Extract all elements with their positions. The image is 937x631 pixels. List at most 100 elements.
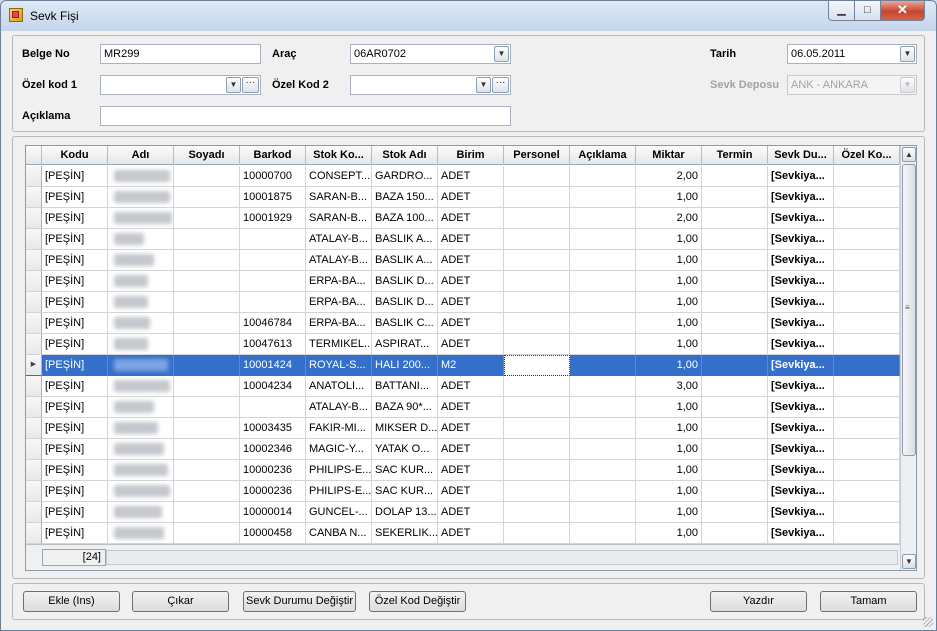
cell-miktar[interactable]: 1,00 [636, 271, 702, 292]
cell-kodu[interactable]: [PEŞİN] [42, 481, 108, 502]
cell-termin[interactable] [702, 166, 768, 187]
cell-soyadi[interactable] [174, 187, 240, 208]
cell-miktar[interactable]: 1,00 [636, 313, 702, 334]
cell-personel[interactable] [504, 271, 570, 292]
cell-stok-adi[interactable]: BATTANI... [372, 376, 438, 397]
cell-adi[interactable] [108, 229, 174, 250]
cell-aciklama[interactable] [570, 481, 636, 502]
cell-stok-kodu[interactable]: TERMIKEL... [306, 334, 372, 355]
cell-sevk-durumu[interactable]: [Sevkiya... [768, 208, 834, 229]
cell-ozel-kod[interactable] [834, 250, 900, 271]
cell-stok-kodu[interactable]: ATALAY-B... [306, 250, 372, 271]
yazdir-button[interactable]: Yazdır [710, 591, 807, 612]
cell-personel[interactable] [504, 229, 570, 250]
cell-personel[interactable] [504, 418, 570, 439]
cell-stok-adi[interactable]: BASLIK D... [372, 271, 438, 292]
cell-sevk-durumu[interactable]: [Sevkiya... [768, 439, 834, 460]
row-indicator[interactable] [26, 271, 42, 292]
cell-barkod[interactable] [240, 292, 306, 313]
cell-stok-adi[interactable]: ASPIRAT... [372, 334, 438, 355]
cell-miktar[interactable]: 1,00 [636, 523, 702, 544]
cell-sevk-durumu[interactable]: [Sevkiya... [768, 271, 834, 292]
cell-soyadi[interactable] [174, 439, 240, 460]
table-row[interactable]: [PEŞİN] 10003435 FAKIR-MI... MIKSER D... ADE… [26, 418, 900, 439]
cell-barkod[interactable]: 10000458 [240, 523, 306, 544]
sevk-grid[interactable]: Kodu Adı Soyadı Barkod Stok Ko... Stok Adı Bir… [25, 145, 917, 571]
cell-aciklama[interactable] [570, 334, 636, 355]
row-indicator[interactable] [26, 229, 42, 250]
column-header-birim[interactable]: Birim [438, 146, 504, 165]
cell-birim[interactable]: M2 [438, 355, 504, 376]
cell-aciklama[interactable] [570, 229, 636, 250]
cell-stok-kodu[interactable]: ATALAY-B... [306, 229, 372, 250]
cell-miktar[interactable]: 2,00 [636, 208, 702, 229]
cell-kodu[interactable]: [PEŞİN] [42, 229, 108, 250]
cell-personel[interactable] [504, 481, 570, 502]
cell-stok-adi[interactable]: YATAK O... [372, 439, 438, 460]
cell-termin[interactable] [702, 292, 768, 313]
cell-aciklama[interactable] [570, 439, 636, 460]
row-indicator[interactable] [26, 460, 42, 481]
cell-stok-kodu[interactable]: PHILIPS-E... [306, 481, 372, 502]
cell-barkod[interactable]: 10001424 [240, 355, 306, 376]
cell-miktar[interactable]: 1,00 [636, 292, 702, 313]
column-header-adi[interactable]: Adı [108, 146, 174, 165]
cell-kodu[interactable]: [PEŞİN] [42, 502, 108, 523]
column-header-barkod[interactable]: Barkod [240, 146, 306, 165]
cell-barkod[interactable]: 10003435 [240, 418, 306, 439]
cell-birim[interactable]: ADET [438, 166, 504, 187]
ozel-kod1-dropdown[interactable]: ▼ ··· [100, 75, 261, 95]
cell-aciklama[interactable] [570, 523, 636, 544]
cell-ozel-kod[interactable] [834, 397, 900, 418]
cell-personel[interactable] [504, 502, 570, 523]
row-indicator[interactable] [26, 502, 42, 523]
cell-miktar[interactable]: 1,00 [636, 229, 702, 250]
cell-birim[interactable]: ADET [438, 334, 504, 355]
cell-adi[interactable] [108, 187, 174, 208]
column-header-stok-kodu[interactable]: Stok Ko... [306, 146, 372, 165]
cikar-button[interactable]: Çıkar [132, 591, 229, 612]
cell-birim[interactable]: ADET [438, 208, 504, 229]
cell-miktar[interactable]: 1,00 [636, 481, 702, 502]
cell-soyadi[interactable] [174, 397, 240, 418]
cell-stok-kodu[interactable]: MAGIC-Y... [306, 439, 372, 460]
cell-personel[interactable] [504, 355, 570, 376]
column-header-sevk-durumu[interactable]: Sevk Du... [768, 146, 834, 165]
cell-soyadi[interactable] [174, 418, 240, 439]
cell-aciklama[interactable] [570, 397, 636, 418]
cell-aciklama[interactable] [570, 502, 636, 523]
row-indicator[interactable] [26, 439, 42, 460]
cell-sevk-durumu[interactable]: [Sevkiya... [768, 397, 834, 418]
minimize-button[interactable]: ▁ [828, 1, 855, 21]
resize-grip[interactable] [923, 617, 933, 627]
cell-termin[interactable] [702, 418, 768, 439]
cell-adi[interactable] [108, 355, 174, 376]
cell-soyadi[interactable] [174, 292, 240, 313]
table-row[interactable]: [PEŞİN] 10000700 CONSEPT... GARDRO... ADET 2,… [26, 166, 900, 187]
cell-soyadi[interactable] [174, 502, 240, 523]
cell-barkod[interactable]: 10001929 [240, 208, 306, 229]
row-indicator[interactable] [26, 250, 42, 271]
row-indicator[interactable] [26, 523, 42, 544]
cell-soyadi[interactable] [174, 250, 240, 271]
cell-barkod[interactable] [240, 229, 306, 250]
cell-ozel-kod[interactable] [834, 292, 900, 313]
table-row[interactable]: [PEŞİN] 10047613 TERMIKEL... ASPIRAT... ADET… [26, 334, 900, 355]
cell-termin[interactable] [702, 250, 768, 271]
cell-soyadi[interactable] [174, 481, 240, 502]
cell-ozel-kod[interactable] [834, 229, 900, 250]
cell-aciklama[interactable] [570, 376, 636, 397]
table-row[interactable]: [PEŞİN] ATALAY-B... BASLIK A... ADET 1,00 [Se… [26, 229, 900, 250]
cell-termin[interactable] [702, 481, 768, 502]
cell-termin[interactable] [702, 439, 768, 460]
column-header-kodu[interactable]: Kodu [42, 146, 108, 165]
cell-sevk-durumu[interactable]: [Sevkiya... [768, 481, 834, 502]
cell-stok-kodu[interactable]: PHILIPS-E... [306, 460, 372, 481]
cell-adi[interactable] [108, 250, 174, 271]
scroll-thumb[interactable]: ≡ [902, 164, 916, 456]
cell-termin[interactable] [702, 271, 768, 292]
cell-adi[interactable] [108, 502, 174, 523]
cell-termin[interactable] [702, 523, 768, 544]
cell-termin[interactable] [702, 208, 768, 229]
cell-adi[interactable] [108, 208, 174, 229]
